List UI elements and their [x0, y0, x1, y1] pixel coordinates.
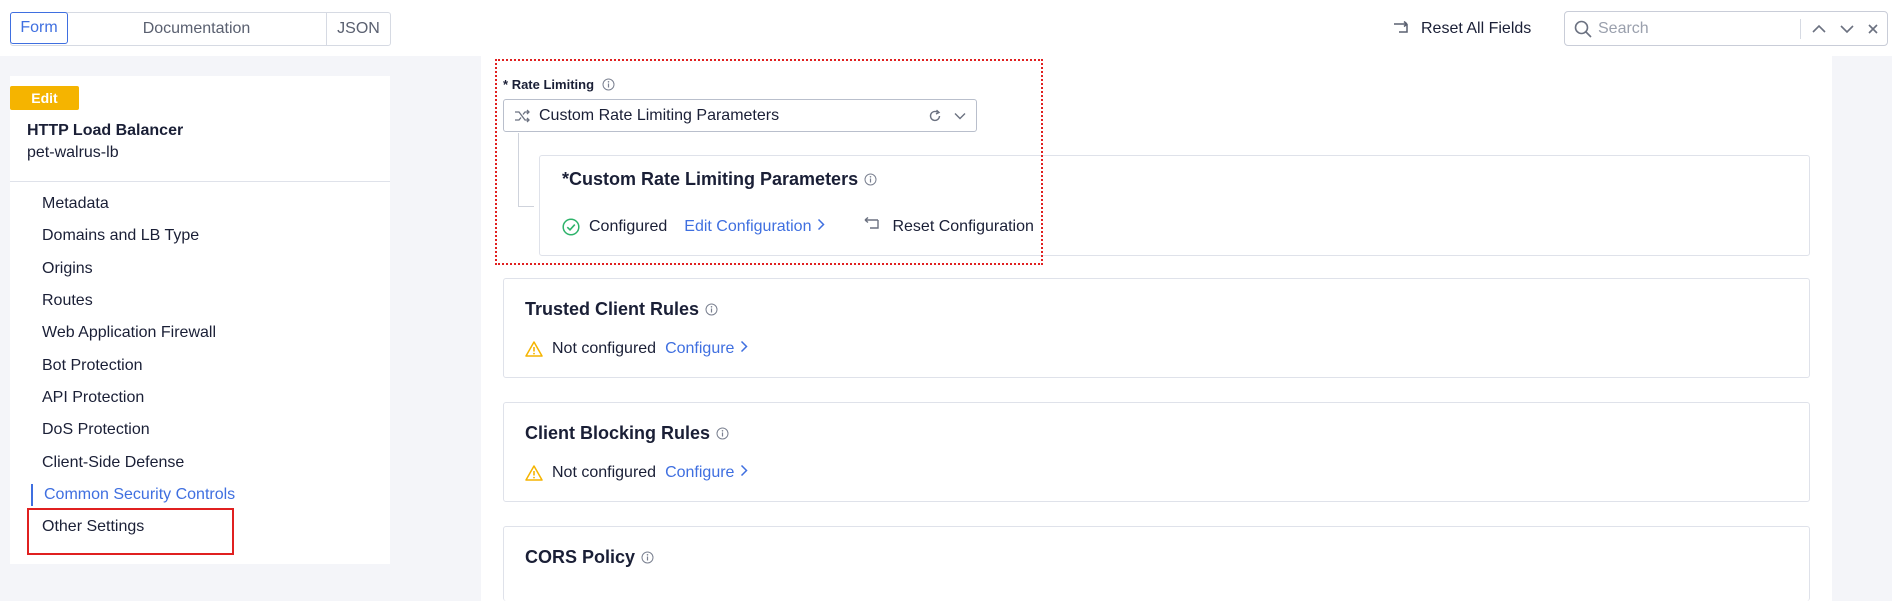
sidebar-item-api-protection[interactable]: API Protection [10, 382, 390, 414]
trusted-client-rules-status-text: Not configured [552, 340, 657, 357]
reset-all-fields-label: Reset All Fields [1421, 20, 1532, 37]
object-name: pet-walrus-lb [27, 144, 119, 161]
trusted-client-rules-configure-link[interactable]: Configure [665, 340, 748, 358]
tab-form[interactable]: Form [10, 12, 68, 44]
trusted-client-rules-status-row: Not configured Configure [525, 340, 748, 358]
sidebar-item-web-application-firewall[interactable]: Web Application Firewall [10, 317, 390, 349]
sidebar-item-other-settings[interactable]: Other Settings [10, 511, 390, 543]
client-blocking-rules-title-text: Client Blocking Rules [525, 423, 711, 443]
section-sidebar: Edit HTTP Load Balancer pet-walrus-lb Me… [10, 76, 390, 564]
cors-policy-card: CORS Policy [503, 526, 1810, 601]
tree-connector-vertical [518, 133, 519, 206]
client-blocking-rules-status-row: Not configured Configure [525, 464, 748, 482]
edit-configuration-label: Edit Configuration [684, 217, 812, 235]
info-icon[interactable] [602, 78, 615, 91]
close-icon[interactable] [1867, 23, 1879, 35]
rate-limiting-selected-value: Custom Rate Limiting Parameters [539, 106, 780, 124]
reset-configuration-button[interactable]: Reset Configuration [863, 216, 1034, 236]
edit-configuration-link[interactable]: Edit Configuration [684, 217, 826, 236]
configured-status-text: Configured [589, 217, 668, 235]
sidebar-item-domains-and-lb-type[interactable]: Domains and LB Type [10, 220, 390, 252]
sidebar-nav: Metadata Domains and LB Type Origins Rou… [10, 188, 390, 543]
info-icon[interactable] [716, 427, 729, 440]
configure-label: Configure [665, 340, 735, 357]
sidebar-item-dos-protection[interactable]: DoS Protection [10, 414, 390, 446]
sidebar-item-bot-protection[interactable]: Bot Protection [10, 349, 390, 381]
warning-triangle-icon [525, 465, 543, 481]
configured-status-row: Configured Edit Configuration Reset Conf… [562, 216, 1034, 236]
required-asterisk: * [503, 77, 509, 92]
cors-policy-title-text: CORS Policy [525, 547, 636, 567]
search-input[interactable] [1598, 13, 1788, 44]
shuffle-choice-icon [514, 108, 530, 124]
sidebar-item-common-security-controls[interactable]: Common Security Controls [10, 479, 390, 511]
sidebar-item-routes[interactable]: Routes [10, 285, 390, 317]
warning-triangle-icon [525, 341, 543, 357]
reset-all-fields-button[interactable]: Reset All Fields [1392, 18, 1531, 40]
rate-limiting-label-text: Rate Limiting [511, 77, 595, 92]
info-icon[interactable] [705, 303, 718, 316]
trusted-client-rules-title: Trusted Client Rules [525, 299, 718, 320]
check-circle-icon [562, 217, 580, 236]
chevron-right-icon [740, 340, 748, 358]
rate-limiting-label: * Rate Limiting [503, 77, 615, 92]
info-icon[interactable] [641, 551, 654, 564]
client-blocking-rules-configure-link[interactable]: Configure [665, 464, 748, 482]
refresh-icon[interactable] [928, 109, 942, 123]
sidebar-item-client-side-defense[interactable]: Client-Side Defense [10, 446, 390, 478]
sidebar-divider [10, 181, 390, 182]
undo-arrow-icon [863, 216, 883, 236]
client-blocking-rules-card: Client Blocking Rules Not configured Con… [503, 402, 1810, 502]
cors-policy-title: CORS Policy [525, 547, 654, 568]
custom-rate-limiting-card: *Custom Rate Limiting Parameters Configu… [539, 155, 1810, 256]
search-separator [1800, 18, 1801, 39]
client-blocking-rules-title: Client Blocking Rules [525, 423, 729, 444]
info-icon[interactable] [864, 173, 877, 186]
rate-limiting-select[interactable]: Custom Rate Limiting Parameters [503, 99, 977, 132]
chevron-right-icon [817, 218, 826, 236]
client-blocking-rules-status-text: Not configured [552, 464, 657, 481]
tree-connector-horizontal [518, 206, 534, 207]
custom-rate-limiting-title: *Custom Rate Limiting Parameters [562, 169, 877, 190]
search-bar [1564, 11, 1888, 46]
tab-json[interactable]: JSON [327, 13, 390, 45]
view-mode-tabs: Form Documentation JSON [10, 12, 391, 46]
sidebar-item-origins[interactable]: Origins [10, 253, 390, 285]
trusted-client-rules-title-text: Trusted Client Rules [525, 299, 700, 319]
trusted-client-rules-card: Trusted Client Rules Not configured Conf… [503, 278, 1810, 378]
top-toolbar: Form Documentation JSON Reset All Fields [0, 0, 1892, 56]
sidebar-item-metadata[interactable]: Metadata [10, 188, 390, 220]
search-icon [1574, 20, 1592, 38]
chevron-up-icon[interactable] [1811, 23, 1827, 35]
chevron-down-icon[interactable] [954, 112, 966, 120]
chevron-right-icon [740, 464, 748, 482]
undo-arrow-icon [1392, 21, 1412, 37]
custom-rate-limiting-title-text: Custom Rate Limiting Parameters [569, 169, 859, 189]
configure-label: Configure [665, 464, 735, 481]
chevron-down-icon[interactable] [1839, 23, 1855, 35]
required-asterisk: * [562, 169, 570, 189]
reset-configuration-label: Reset Configuration [892, 217, 1034, 235]
edit-mode-badge: Edit [10, 86, 79, 110]
tab-documentation[interactable]: Documentation [67, 13, 327, 45]
object-kind-title: HTTP Load Balancer [27, 122, 184, 139]
